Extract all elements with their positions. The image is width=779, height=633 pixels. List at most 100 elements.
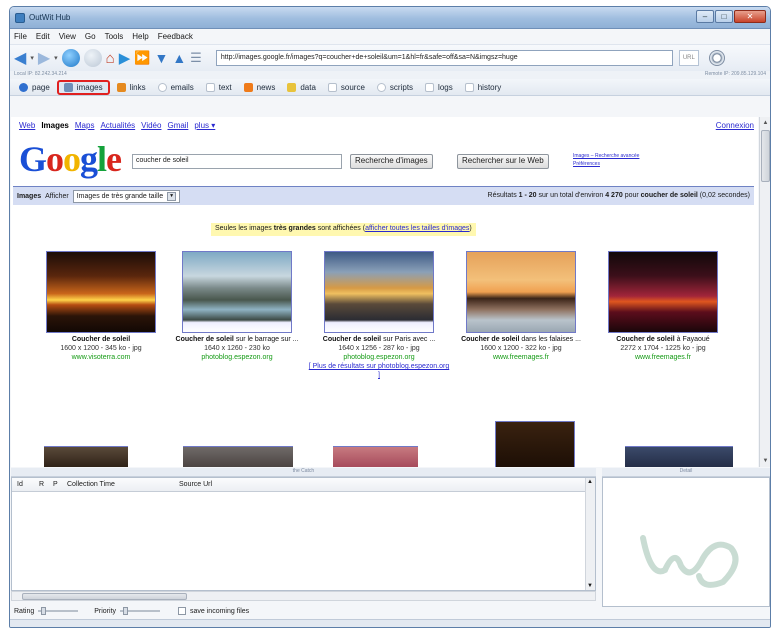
scrollbar-thumb[interactable] — [761, 130, 770, 182]
minimize-button[interactable]: – — [696, 10, 714, 23]
nav-images: Images — [41, 121, 69, 130]
text-icon — [205, 82, 215, 92]
tray-icon[interactable]: ☰ — [190, 49, 202, 67]
url-history-button[interactable]: URL — [678, 50, 699, 66]
news-icon — [243, 82, 253, 92]
image-result-10-partial[interactable] — [625, 446, 733, 467]
view-text[interactable]: text — [201, 80, 237, 95]
catch-list-scrollbar[interactable]: ▲ ▼ — [585, 478, 595, 590]
more-results-link[interactable]: [ Plus de résultats sur photoblog.espezo… — [308, 362, 450, 380]
result-thumbnail[interactable] — [324, 251, 434, 333]
maximize-button[interactable]: □ — [715, 10, 733, 23]
menu-tools[interactable]: Tools — [105, 32, 124, 41]
image-result-4[interactable]: Coucher de soleil dans les falaises ... … — [450, 251, 592, 362]
col-p[interactable]: P — [48, 481, 62, 488]
result-thumbnail[interactable] — [466, 251, 576, 333]
home-icon[interactable]: ⌂ — [106, 49, 115, 67]
image-size-select[interactable]: Images de très grande taille ▼ — [72, 189, 181, 203]
menu-edit[interactable]: Edit — [36, 32, 50, 41]
search-web-button[interactable]: Rechercher sur le Web — [457, 154, 549, 169]
browser-viewport: Web Images Maps Actualités Vidéo Gmail p… — [11, 117, 758, 467]
detail-pane — [602, 477, 770, 607]
viewport-scrollbar[interactable]: ▲ ▼ — [759, 117, 770, 467]
alert-icon[interactable]: ▲ — [172, 49, 186, 67]
menu-help[interactable]: Help — [132, 32, 148, 41]
rating-label: Rating — [14, 607, 35, 615]
priority-slider[interactable] — [120, 607, 161, 615]
result-thumbnail[interactable] — [608, 251, 718, 333]
data-icon — [287, 82, 297, 92]
image-result-1[interactable]: Coucher de soleil 1600 x 1200 - 345 ko -… — [30, 251, 172, 362]
logo-letter: o — [63, 139, 81, 179]
menu-go[interactable]: Go — [85, 32, 96, 41]
view-source[interactable]: source — [323, 80, 370, 95]
url-field[interactable]: http://images.google.fr/images?q=coucher… — [215, 50, 673, 66]
size-notice: Seules les images très grandes sont affi… — [211, 223, 476, 236]
catch-list[interactable]: Id R P Collection Time Source Url ▲ ▼ — [11, 477, 596, 591]
menu-feedback[interactable]: Feedback — [158, 32, 193, 41]
view-logs[interactable]: logs — [420, 80, 458, 95]
scroll-down-icon[interactable]: ▼ — [761, 456, 770, 466]
col-r[interactable]: R — [34, 481, 48, 488]
nav-web[interactable]: Web — [19, 121, 35, 130]
reload-icon[interactable] — [61, 49, 80, 67]
fast-forward-icon[interactable]: ⏩ — [134, 49, 150, 67]
outwit-watermark-icon — [640, 535, 739, 588]
stop-icon[interactable] — [83, 49, 102, 67]
outwit-logo-icon[interactable] — [708, 50, 725, 66]
image-result-7-partial[interactable] — [183, 446, 293, 467]
view-scripts[interactable]: scripts — [372, 80, 418, 95]
close-button[interactable]: ✕ — [734, 10, 766, 23]
view-images[interactable]: images — [56, 79, 110, 95]
view-news[interactable]: news — [239, 80, 281, 95]
google-logo[interactable]: Google — [19, 139, 122, 179]
image-result-3[interactable]: Coucher de soleil sur Paris avec ... 164… — [308, 251, 450, 380]
forward-dropdown-icon[interactable]: ▾ — [54, 49, 58, 67]
forward-button[interactable]: ▶ — [38, 49, 50, 67]
view-data[interactable]: data — [282, 80, 321, 95]
show-all-sizes-link[interactable]: afficher toutes les tailles d'images — [365, 225, 469, 232]
result-thumbnail[interactable] — [182, 251, 292, 333]
image-result-8-partial[interactable] — [333, 446, 418, 467]
list-scroll-up-icon[interactable]: ▲ — [587, 479, 593, 485]
menu-file[interactable]: File — [14, 32, 27, 41]
nav-actualites[interactable]: Actualités — [100, 121, 135, 130]
image-result-5[interactable]: Coucher de soleil à Fayaoué 2272 x 1704 … — [592, 251, 734, 362]
preferences-link[interactable]: Préférences — [573, 160, 639, 168]
logo-letter: g — [80, 139, 98, 179]
view-page[interactable]: page — [14, 80, 55, 95]
play-icon[interactable]: ▶ — [119, 49, 131, 67]
view-links[interactable]: links — [112, 80, 151, 95]
image-result-6-partial[interactable] — [44, 446, 128, 467]
view-emails[interactable]: emails — [153, 80, 199, 95]
google-search-input[interactable]: coucher de soleil — [132, 154, 342, 169]
catch-list-hscrollbar[interactable] — [11, 591, 596, 601]
connexion-link[interactable]: Connexion — [716, 121, 754, 130]
hscrollbar-thumb[interactable] — [22, 593, 187, 600]
search-images-button[interactable]: Recherche d'images — [350, 154, 433, 169]
filter-icon[interactable]: ▼ — [154, 49, 168, 67]
scroll-up-icon[interactable]: ▲ — [761, 118, 770, 128]
view-history[interactable]: history — [460, 80, 507, 95]
advanced-search-link[interactable]: Images – Recherche avancée — [573, 152, 639, 160]
title-bar: OutWit Hub – □ ✕ — [10, 7, 770, 29]
image-result-9-partial[interactable] — [495, 421, 575, 467]
image-size-value: Images de très grande taille — [76, 192, 164, 200]
back-button[interactable]: ◀ — [14, 49, 26, 67]
back-dropdown-icon[interactable]: ▾ — [30, 49, 34, 67]
list-scroll-down-icon[interactable]: ▼ — [587, 583, 593, 589]
nav-more[interactable]: plus ▾ — [194, 121, 215, 130]
detail-pane-title: Detail — [602, 468, 770, 477]
local-ip: Local IP: 82.242.34.214 — [14, 71, 67, 77]
menu-view[interactable]: View — [59, 32, 76, 41]
rating-slider[interactable] — [38, 607, 79, 615]
result-thumbnail[interactable] — [46, 251, 156, 333]
col-collection-time[interactable]: Collection Time — [62, 481, 174, 488]
nav-gmail[interactable]: Gmail — [167, 121, 188, 130]
image-result-2[interactable]: Coucher de soleil sur le barrage sur ...… — [166, 251, 308, 362]
nav-maps[interactable]: Maps — [75, 121, 95, 130]
col-id[interactable]: Id — [12, 481, 34, 488]
save-incoming-checkbox[interactable] — [178, 607, 187, 615]
nav-video[interactable]: Vidéo — [141, 121, 161, 130]
col-source-url[interactable]: Source Url — [174, 481, 374, 488]
